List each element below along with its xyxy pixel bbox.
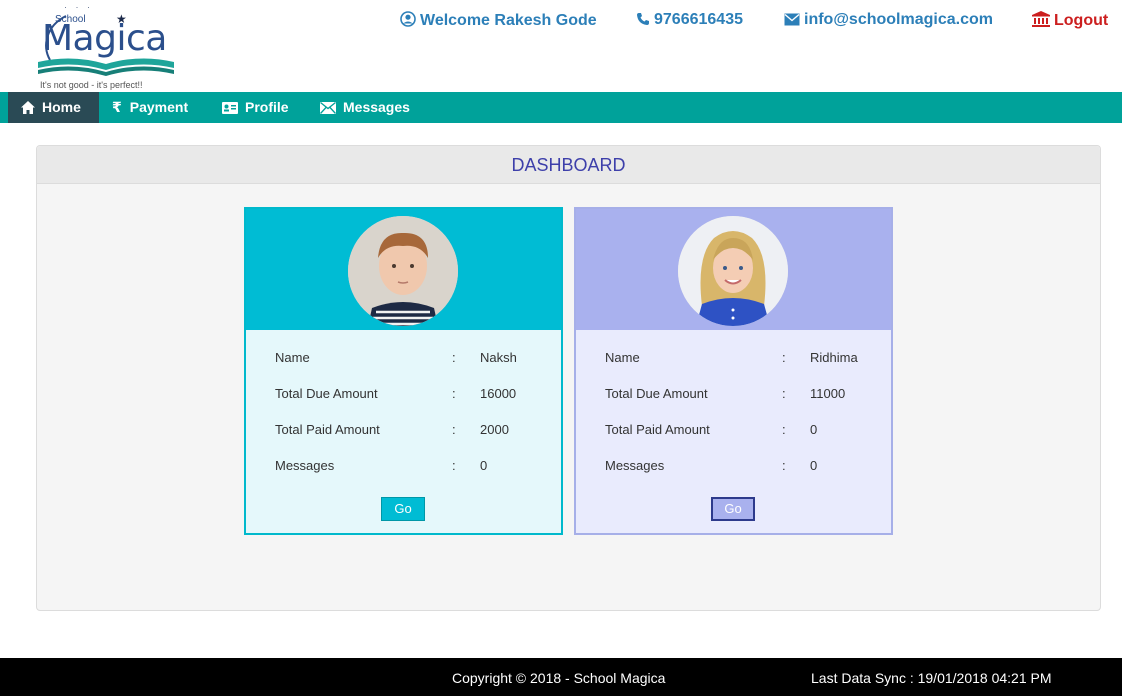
separator: : (782, 350, 786, 365)
phone-link[interactable]: 9766616435 (636, 11, 743, 29)
separator: : (452, 422, 456, 437)
main-nav: Home ₹ Payment Profile Messages (0, 92, 1122, 123)
messages-label: Messages (275, 458, 335, 473)
student-photo-girl (678, 216, 788, 326)
last-sync-text: Last Data Sync : 19/01/2018 04:21 PM (811, 670, 1052, 686)
logo-tagline: It's not good - it's perfect!! (40, 80, 143, 90)
go-button[interactable]: Go (711, 497, 755, 521)
due-label: Total Due Amount (275, 386, 378, 401)
row-due: Total Due Amount : 16000 (246, 386, 561, 422)
envelope-icon (784, 13, 800, 26)
card-header (246, 209, 561, 330)
welcome-text: Welcome Rakesh Gode (420, 12, 597, 29)
nav-home-label: Home (42, 99, 81, 115)
student-name: Naksh (480, 350, 517, 365)
row-due: Total Due Amount : 11000 (576, 386, 891, 422)
student-card-ridhima: Name : Ridhima Total Due Amount : 11000 … (574, 207, 893, 535)
separator: : (782, 386, 786, 401)
separator: : (782, 458, 786, 473)
separator: : (782, 422, 786, 437)
dashboard-title: DASHBOARD (37, 146, 1100, 184)
messages-count: 0 (810, 458, 818, 473)
paid-amount: 2000 (480, 422, 509, 437)
separator: : (452, 386, 456, 401)
user-circle-icon (400, 11, 416, 27)
nav-profile-label: Profile (245, 99, 289, 115)
student-card-naksh: Name : Naksh Total Due Amount : 16000 To… (244, 207, 563, 535)
name-label: Name (275, 350, 310, 365)
phone-icon (637, 13, 649, 25)
dashboard-panel: DASHBOARD Name : Naksh Total Due Amount … (36, 145, 1101, 611)
paid-amount: 0 (810, 422, 818, 437)
email-link[interactable]: info@schoolmagica.com (784, 11, 993, 29)
paid-label: Total Paid Amount (605, 422, 710, 437)
row-messages: Messages : 0 (576, 458, 891, 494)
home-icon (21, 101, 35, 114)
email-address: info@schoolmagica.com (804, 11, 993, 28)
separator: : (452, 458, 456, 473)
phone-number: 9766616435 (654, 11, 743, 28)
due-amount: 16000 (480, 386, 517, 401)
school-magica-logo[interactable]: · · · School ★ Magica It's not good - it… (36, 0, 186, 92)
card-header (576, 209, 891, 330)
due-label: Total Due Amount (605, 386, 708, 401)
nav-item-payment[interactable]: ₹ Payment (112, 92, 188, 123)
id-card-icon (222, 102, 238, 114)
go-button[interactable]: Go (381, 497, 425, 521)
open-book-icon (38, 58, 174, 76)
logout-button[interactable]: Logout (1032, 11, 1108, 30)
row-paid: Total Paid Amount : 2000 (246, 422, 561, 458)
messages-count: 0 (480, 458, 488, 473)
rupee-icon: ₹ (112, 99, 122, 115)
nav-messages-label: Messages (343, 99, 410, 115)
due-amount: 11000 (810, 386, 846, 401)
welcome-user[interactable]: Welcome Rakesh Gode (400, 11, 597, 30)
row-name: Name : Naksh (246, 350, 561, 386)
page-header: · · · School ★ Magica It's not good - it… (0, 0, 1122, 92)
messages-label: Messages (605, 458, 665, 473)
row-name: Name : Ridhima (576, 350, 891, 386)
nav-item-profile[interactable]: Profile (222, 92, 289, 123)
student-photo-boy (348, 216, 458, 326)
logout-label: Logout (1054, 12, 1109, 29)
envelope-icon (320, 101, 336, 114)
nav-payment-label: Payment (129, 99, 189, 115)
nav-item-home[interactable]: Home (8, 92, 99, 123)
student-name: Ridhima (810, 350, 858, 365)
paid-label: Total Paid Amount (275, 422, 380, 437)
row-paid: Total Paid Amount : 0 (576, 422, 891, 458)
copyright-text: Copyright © 2018 - School Magica (452, 670, 666, 686)
nav-item-messages[interactable]: Messages (320, 92, 410, 123)
separator: : (452, 350, 456, 365)
page-footer: Copyright © 2018 - School Magica Last Da… (0, 658, 1122, 696)
name-label: Name (605, 350, 640, 365)
bank-icon (1032, 11, 1050, 27)
row-messages: Messages : 0 (246, 458, 561, 494)
